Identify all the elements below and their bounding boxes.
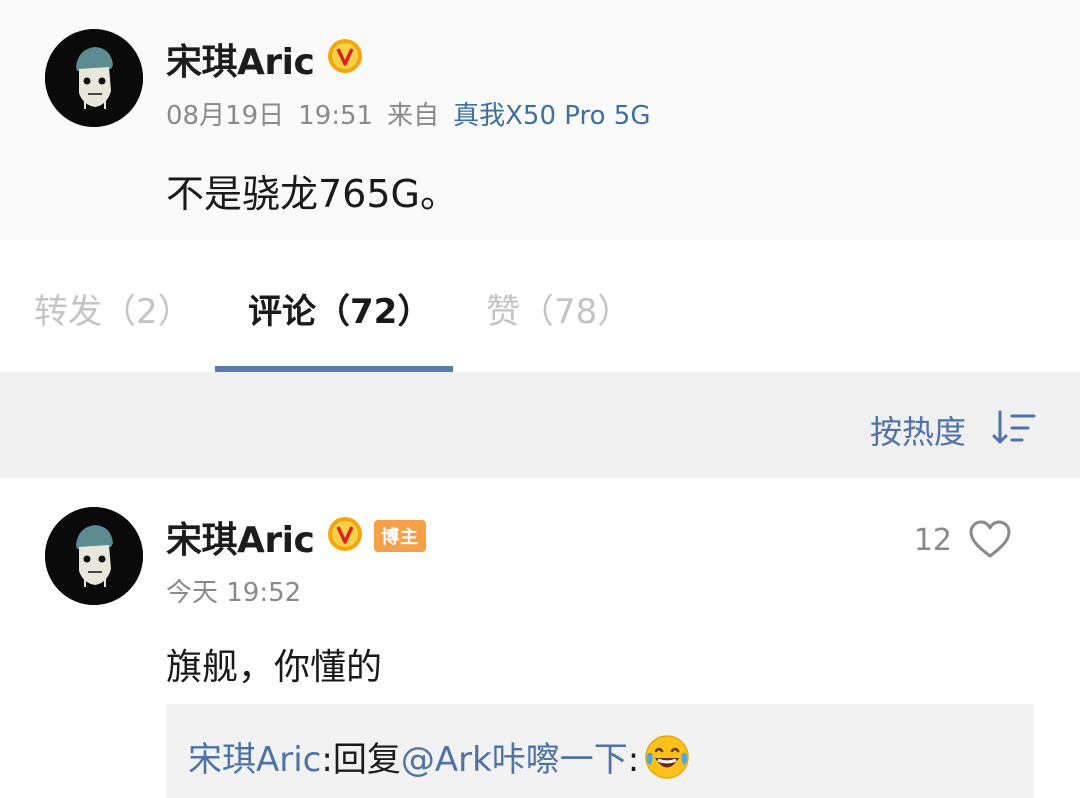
comment-like-count: 12 xyxy=(913,523,952,558)
post-time: 19:51 xyxy=(298,101,374,131)
reply-mention-link[interactable]: @Ark咔嚓一下 xyxy=(401,740,628,780)
post-device-link[interactable]: 真我X50 Pro 5G xyxy=(453,101,650,131)
post-tabs: 转发（2） 评论（72） 赞（78） xyxy=(0,240,1080,372)
comment-author-name[interactable]: 宋琪Aric xyxy=(166,511,315,563)
reply-preview-box[interactable]: 宋琪Aric:回复@Ark咔嚓一下: xyxy=(166,704,1034,798)
heart-icon[interactable] xyxy=(968,520,1012,560)
reply-separator-2: : xyxy=(627,740,640,780)
tab-likes[interactable]: 赞（78） xyxy=(486,284,631,333)
comment-timestamp: 今天 19:52 xyxy=(166,578,302,608)
avatar-illustration-icon xyxy=(45,507,143,605)
comment-author-avatar[interactable] xyxy=(45,507,143,605)
post-author-name[interactable]: 宋琪Aric xyxy=(166,33,315,85)
reply-separator: : xyxy=(321,740,333,780)
reply-preview-line: 宋琪Aric:回复@Ark咔嚓一下: xyxy=(188,732,691,781)
post-source-prefix: 来自 xyxy=(387,101,440,131)
post-date: 08月19日 xyxy=(166,101,285,131)
sort-icon[interactable] xyxy=(992,408,1036,448)
sort-by-hot-button[interactable]: 按热度 xyxy=(870,407,966,453)
verified-badge-icon xyxy=(326,37,364,75)
reply-action-label: 回复 xyxy=(332,740,401,780)
post-text: 不是骁龙765G。 xyxy=(166,172,458,216)
tab-reposts[interactable]: 转发（2） xyxy=(34,284,192,333)
tab-comments[interactable]: 评论（72） xyxy=(248,284,431,333)
post-card: 宋琪Aric 08月19日 19:51 来自 真我X50 Pro 5G 不是骁龙765… xyxy=(0,0,1080,240)
laughing-crying-emoji-icon xyxy=(643,733,691,781)
host-badge: 博主 xyxy=(374,520,426,552)
post-meta: 08月19日 19:51 来自 真我X50 Pro 5G xyxy=(166,95,651,132)
verified-badge-icon xyxy=(326,515,364,553)
avatar-illustration-icon xyxy=(45,29,143,127)
sort-bar: 按热度 xyxy=(0,372,1080,478)
comment-item: 宋琪Aric 博主 12 今天 19:52 旗舰，你懂的 宋琪Aric:回复@A… xyxy=(0,478,1080,798)
author-avatar[interactable] xyxy=(45,29,143,127)
reply-author-link[interactable]: 宋琪Aric xyxy=(188,740,321,780)
comment-text: 旗舰，你懂的 xyxy=(166,647,383,688)
